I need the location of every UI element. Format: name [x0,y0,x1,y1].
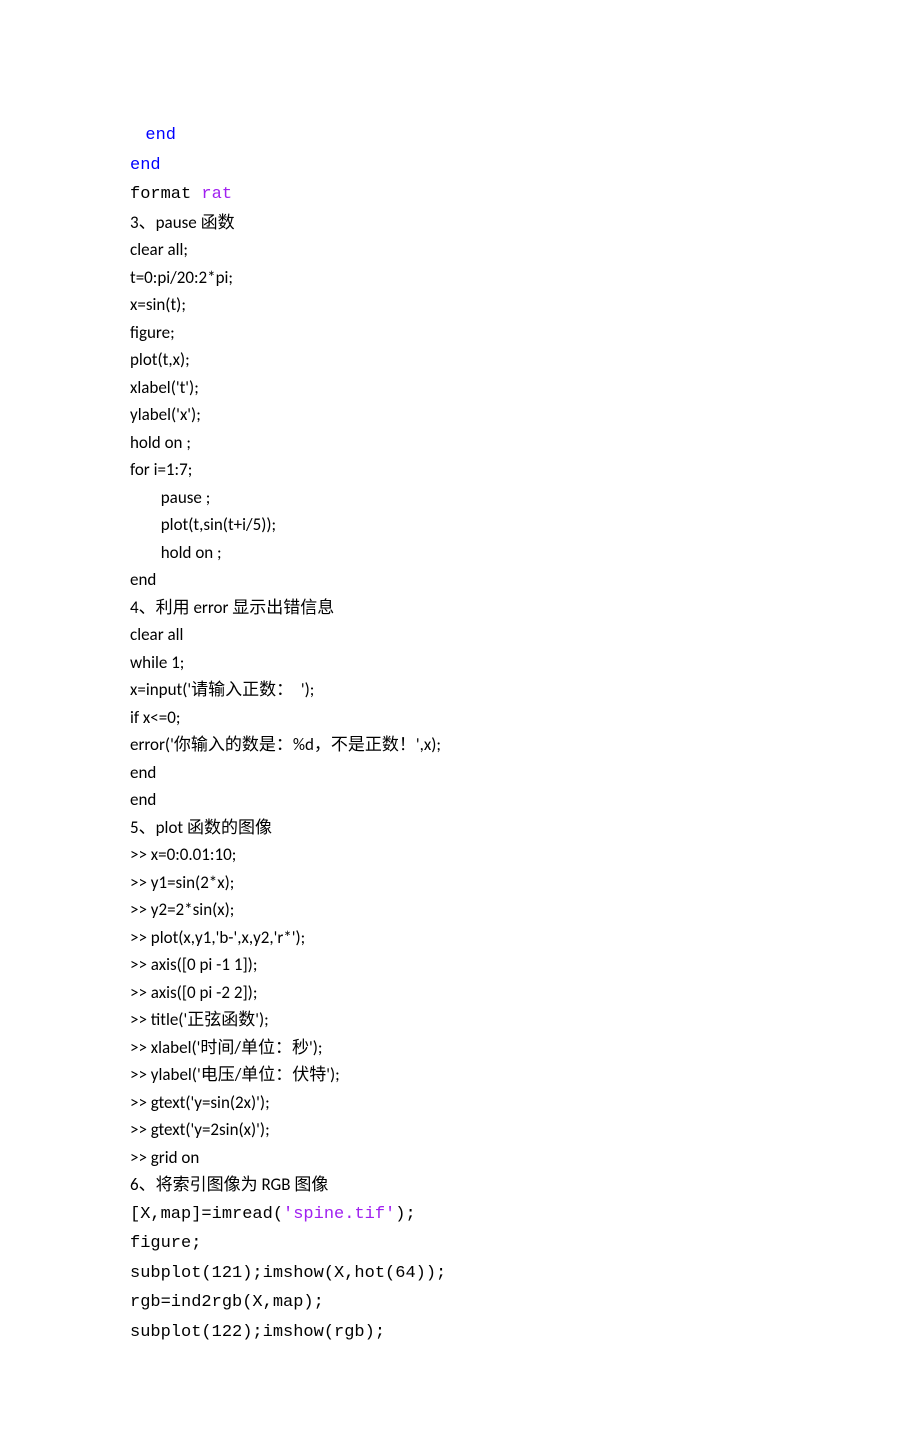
code-line: >> xlabel('时间/单位：秒'); [130,1034,790,1062]
code-line: x=input('请输入正数： '); [130,676,790,704]
code-line: subplot(121);imshow(X,hot(64)); [130,1258,790,1288]
code-line: plot(t,x); [130,346,790,374]
code-line: >> axis([0 pi -2 2]); [130,979,790,1007]
code-segment: error('你输入的数是：%d，不是正数！',x); [130,734,441,755]
code-line: >> x=0:0.01:10; [130,841,790,869]
code-line: while 1; [130,649,790,677]
code-line: xlabel('t'); [130,374,790,402]
code-segment: figure; [130,322,175,343]
code-content: end end format rat 3、pause 函数 clear all; t=0:… [130,120,790,1346]
code-segment: 4、利用 error 显示出错信息 [130,597,334,618]
code-segment: >> grid on [130,1147,199,1168]
code-segment: end [130,156,161,175]
code-segment: hold on ; [130,542,222,563]
code-segment: x=sin(t); [130,294,186,315]
code-line: >> axis([0 pi -1 1]); [130,951,790,979]
code-line: hold on ; [130,539,790,567]
code-line: >> y2=2*sin(x); [130,896,790,924]
code-segment: >> gtext('y=2sin(x)'); [130,1119,270,1140]
code-segment: plot(t,sin(t+i/5)); [130,514,276,535]
code-segment: >> y2=2*sin(x); [130,899,234,920]
code-segment: hold on ; [130,432,191,453]
code-line: format rat [130,179,790,209]
code-segment: >> xlabel('时间/单位：秒'); [130,1037,322,1058]
code-line: [X,map]=imread('spine.tif'); [130,1199,790,1229]
code-line: figure; [130,1228,790,1258]
code-segment: 6、将索引图像为 RGB 图像 [130,1174,328,1195]
code-segment: >> ylabel('电压/单位：伏特'); [130,1064,340,1085]
code-segment: format [130,185,201,204]
code-segment: ); [395,1205,415,1224]
code-line: plot(t,sin(t+i/5)); [130,511,790,539]
code-line: clear all [130,621,790,649]
document-page: end end format rat 3、pause 函数 clear all; t=0:… [0,0,920,1446]
code-line: pause ; [130,484,790,512]
code-line: >> grid on [130,1144,790,1172]
code-segment: end [130,789,156,810]
code-line: hold on ; [130,429,790,457]
code-line: if x<=0; [130,704,790,732]
code-line: ylabel('x'); [130,401,790,429]
code-segment: >> gtext('y=sin(2x)'); [130,1092,270,1113]
code-segment: figure; [130,1234,201,1253]
code-segment: >> plot(x,y1,'b-',x,y2,'r*'); [130,927,305,948]
code-segment: >> title('正弦函数'); [130,1009,269,1030]
code-line: >> y1=sin(2*x); [130,869,790,897]
code-line: 3、pause 函数 [130,209,790,237]
code-segment: pause ; [130,487,210,508]
code-line: end [130,566,790,594]
code-segment: 5、plot 函数的图像 [130,817,272,838]
code-line: >> gtext('y=2sin(x)'); [130,1116,790,1144]
code-line: t=0:pi/20:2*pi; [130,264,790,292]
code-segment: for i=1:7; [130,459,192,480]
code-line: >> gtext('y=sin(2x)'); [130,1089,790,1117]
code-segment: subplot(121);imshow(X,hot(64)); [130,1264,446,1283]
code-segment: rgb=ind2rgb(X,map); [130,1293,324,1312]
code-line: >> plot(x,y1,'b-',x,y2,'r*'); [130,924,790,952]
code-line: end [130,150,790,180]
code-line: clear all; [130,236,790,264]
code-segment: xlabel('t'); [130,377,199,398]
code-line: end [130,786,790,814]
code-line: end [130,759,790,787]
code-line: 5、plot 函数的图像 [130,814,790,842]
code-segment: end [145,126,176,145]
code-segment: >> axis([0 pi -2 2]); [130,982,257,1003]
code-line: >> ylabel('电压/单位：伏特'); [130,1061,790,1089]
code-segment: >> x=0:0.01:10; [130,844,236,865]
code-segment: ylabel('x'); [130,404,201,425]
code-segment: end [130,762,156,783]
code-line: for i=1:7; [130,456,790,484]
code-segment: 'spine.tif' [283,1205,395,1224]
code-segment: end [130,569,156,590]
code-segment: clear all; [130,239,188,260]
code-line: subplot(122);imshow(rgb); [130,1317,790,1347]
code-line: 4、利用 error 显示出错信息 [130,594,790,622]
code-segment: 3、pause 函数 [130,212,235,233]
code-segment: rat [201,185,232,204]
code-line: >> title('正弦函数'); [130,1006,790,1034]
code-segment: t=0:pi/20:2*pi; [130,267,233,288]
code-line: end [130,120,790,150]
code-segment: if x<=0; [130,707,180,728]
code-segment: >> y1=sin(2*x); [130,872,234,893]
code-segment: while 1; [130,652,184,673]
code-segment: x=input('请输入正数： '); [130,679,314,700]
code-segment: subplot(122);imshow(rgb); [130,1323,385,1342]
code-line: figure; [130,319,790,347]
code-segment: clear all [130,624,183,645]
code-segment: plot(t,x); [130,349,190,370]
code-line: x=sin(t); [130,291,790,319]
code-segment: [X,map]=imread( [130,1205,283,1224]
code-line: error('你输入的数是：%d，不是正数！',x); [130,731,790,759]
code-segment: >> axis([0 pi -1 1]); [130,954,257,975]
code-line: 6、将索引图像为 RGB 图像 [130,1171,790,1199]
